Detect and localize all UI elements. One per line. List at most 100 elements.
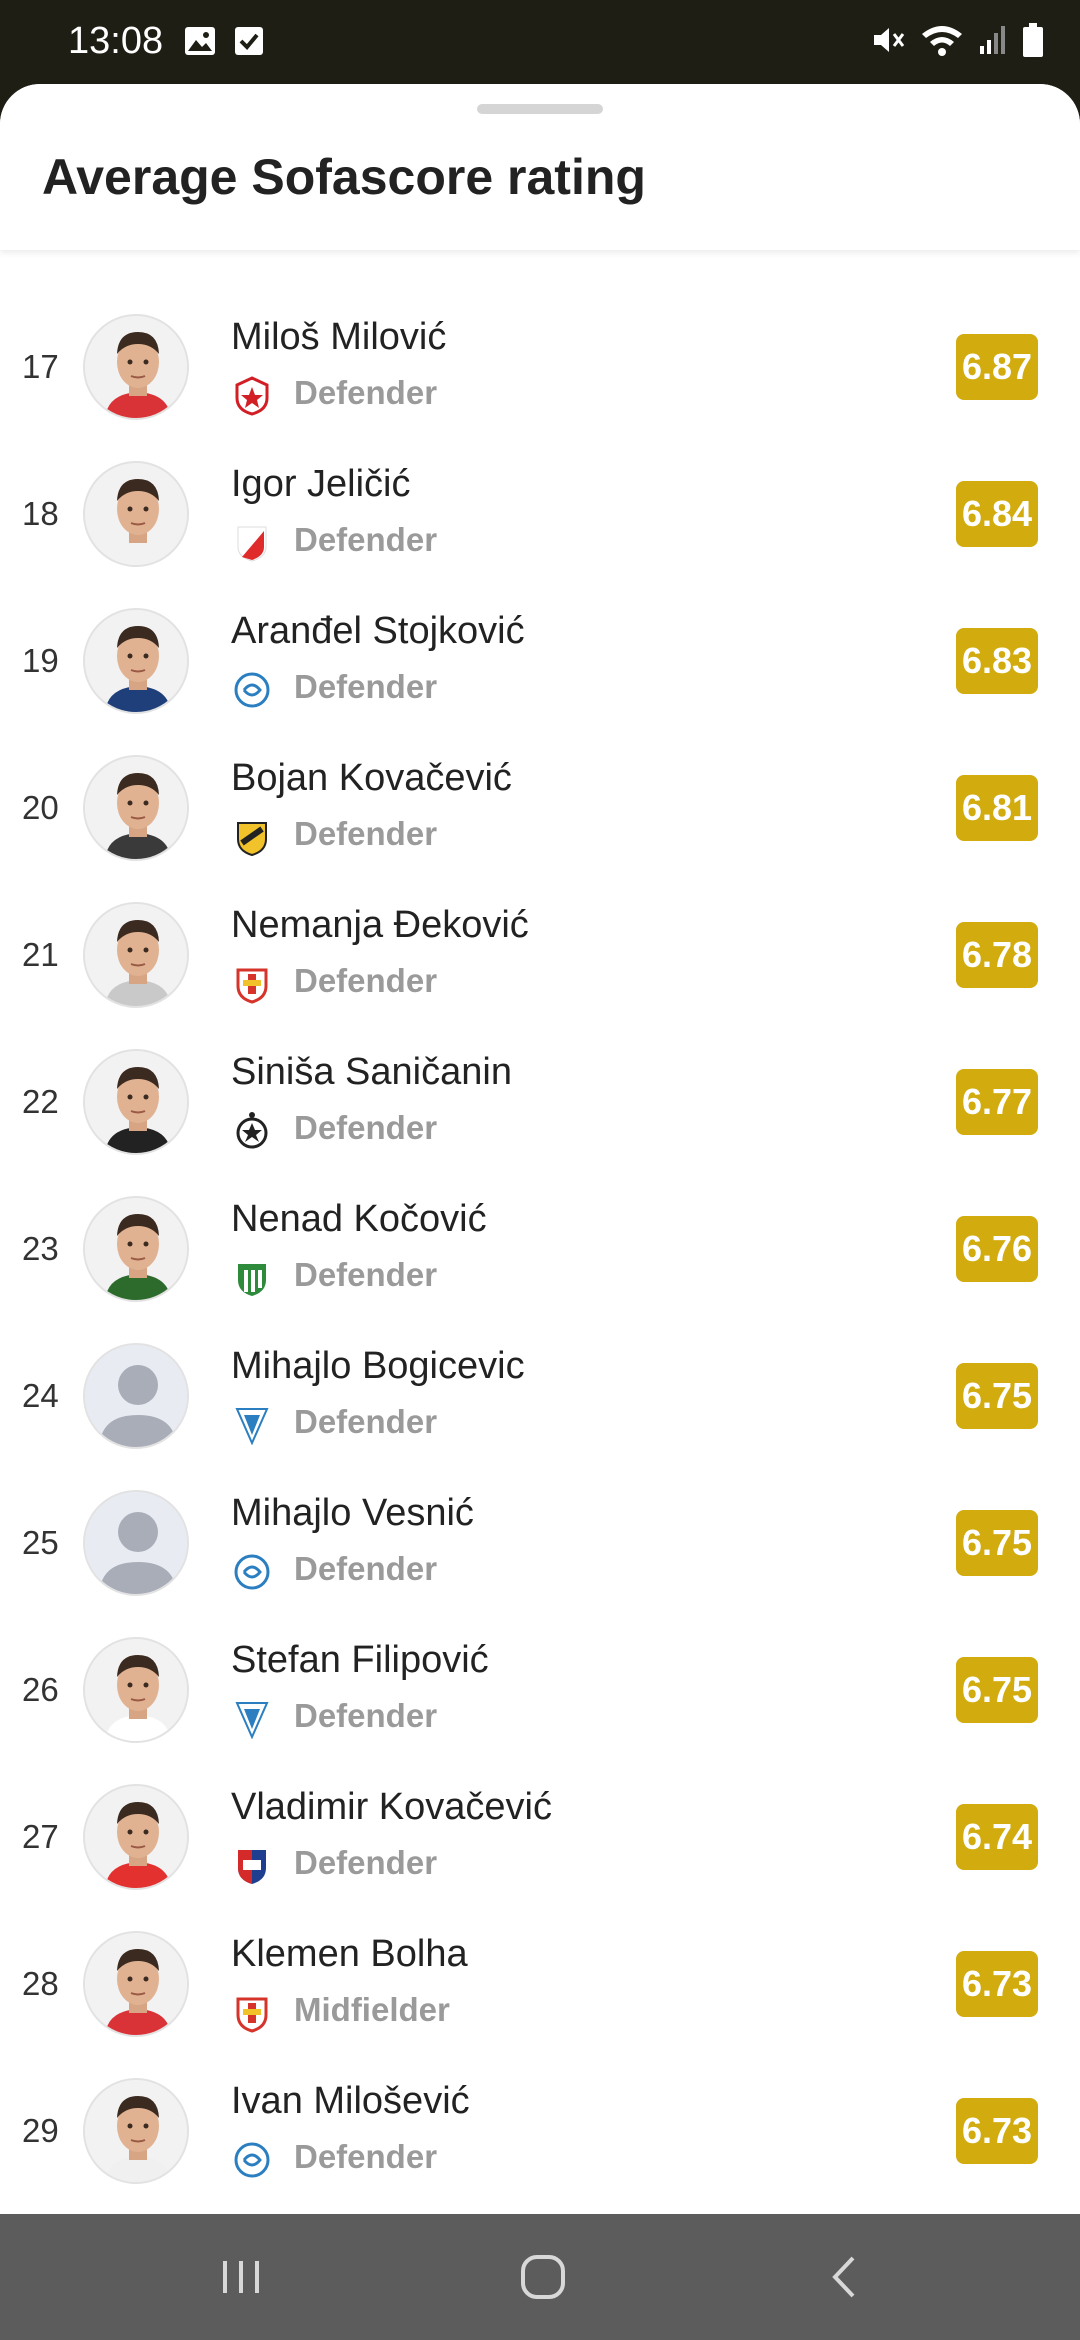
player-position: Defender bbox=[294, 374, 438, 411]
green-shield-icon bbox=[234, 1258, 270, 1298]
player-row[interactable]: 18 Igor Jeličić Defender 6.84 bbox=[0, 441, 1080, 588]
red-white-crest-icon bbox=[234, 964, 270, 1004]
player-name: Siniša Saničanin bbox=[231, 1051, 512, 1093]
player-position: Defender bbox=[294, 521, 438, 558]
player-name: Aranđel Stojković bbox=[231, 610, 525, 652]
blue-round-crest-icon bbox=[234, 1552, 270, 1592]
rating-badge: 6.75 bbox=[956, 1510, 1038, 1576]
player-row[interactable]: 29 Ivan Milošević Defender 6.73 bbox=[0, 2058, 1080, 2205]
player-rank: 23 bbox=[22, 1230, 59, 1267]
image-icon bbox=[185, 27, 215, 55]
red-star-crest-icon bbox=[234, 376, 270, 416]
rating-badge: 6.83 bbox=[956, 628, 1038, 694]
wifi-icon bbox=[922, 26, 962, 56]
player-rank: 17 bbox=[22, 348, 59, 385]
rating-badge: 6.87 bbox=[956, 334, 1038, 400]
player-rank: 24 bbox=[22, 1377, 59, 1414]
player-row[interactable]: 21 Nemanja Đeković Defender 6.78 bbox=[0, 882, 1080, 1029]
player-rank: 26 bbox=[22, 1671, 59, 1708]
red-blue-shield-icon bbox=[234, 1846, 270, 1886]
player-row[interactable]: 17 Miloš Milović Defender 6.87 bbox=[0, 294, 1080, 441]
rating-badge: 6.73 bbox=[956, 1951, 1038, 2017]
player-avatar bbox=[83, 608, 189, 714]
drag-handle[interactable] bbox=[477, 104, 603, 114]
player-rank: 28 bbox=[22, 1965, 59, 2002]
blue-round-crest-icon bbox=[234, 670, 270, 710]
status-bar: 13:08 bbox=[0, 0, 1080, 84]
player-position: Defender bbox=[294, 1403, 438, 1440]
player-position: Defender bbox=[294, 1697, 438, 1734]
rating-badge: 6.78 bbox=[956, 922, 1038, 988]
black-white-star-crest-icon bbox=[234, 1111, 270, 1151]
yellow-black-shield-icon bbox=[234, 817, 270, 857]
player-rank: 21 bbox=[22, 936, 59, 973]
player-name: Nemanja Đeković bbox=[231, 904, 529, 946]
player-position: Defender bbox=[294, 1844, 438, 1881]
blue-white-pennant-icon bbox=[234, 1699, 270, 1740]
player-name: Mihajlo Bogicevic bbox=[231, 1345, 525, 1387]
rating-badge: 6.74 bbox=[956, 1804, 1038, 1870]
sheet-title: Average Sofascore rating bbox=[42, 149, 646, 205]
player-name: Ivan Milošević bbox=[231, 2080, 470, 2122]
player-rank: 18 bbox=[22, 495, 59, 532]
player-rank: 29 bbox=[22, 2112, 59, 2149]
home-icon[interactable] bbox=[508, 2244, 578, 2310]
player-row[interactable]: 24 Mihajlo Bogicevic Defender 6.75 bbox=[0, 1323, 1080, 1470]
player-position: Defender bbox=[294, 1109, 438, 1146]
player-avatar bbox=[83, 1049, 189, 1155]
player-avatar bbox=[83, 1637, 189, 1743]
recent-apps-icon[interactable] bbox=[206, 2244, 276, 2310]
player-avatar bbox=[83, 902, 189, 1008]
blue-round-crest-icon bbox=[234, 2140, 270, 2180]
player-row[interactable]: 28 Klemen Bolha Midfielder 6.73 bbox=[0, 1911, 1080, 2058]
rating-badge: 6.73 bbox=[956, 2098, 1038, 2164]
player-rank: 22 bbox=[22, 1083, 59, 1120]
player-row[interactable]: 22 Siniša Saničanin Defender 6.77 bbox=[0, 1029, 1080, 1176]
battery-icon bbox=[1023, 23, 1043, 57]
player-avatar bbox=[83, 314, 189, 420]
player-row[interactable]: 23 Nenad Kočović Defender 6.76 bbox=[0, 1176, 1080, 1323]
player-position: Defender bbox=[294, 668, 438, 705]
rating-badge: 6.84 bbox=[956, 481, 1038, 547]
rating-badge: 6.77 bbox=[956, 1069, 1038, 1135]
red-white-shield-icon bbox=[234, 523, 270, 563]
red-white-crest-icon bbox=[234, 1993, 270, 2033]
rating-badge: 6.81 bbox=[956, 775, 1038, 841]
player-name: Stefan Filipović bbox=[231, 1639, 489, 1681]
player-avatar bbox=[83, 1784, 189, 1890]
player-rank: 19 bbox=[22, 642, 59, 679]
player-position: Midfielder bbox=[294, 1991, 450, 2028]
signal-icon bbox=[980, 26, 1005, 54]
player-avatar-placeholder bbox=[83, 1490, 189, 1596]
player-row[interactable]: 26 Stefan Filipović Defender 6.75 bbox=[0, 1617, 1080, 1764]
player-avatar-placeholder bbox=[83, 1343, 189, 1449]
player-rank: 27 bbox=[22, 1818, 59, 1855]
player-row[interactable]: 30Kristijan Tojcic6.71 bbox=[0, 2205, 1080, 2214]
player-name: Mihajlo Vesnić bbox=[231, 1492, 474, 1534]
player-name: Klemen Bolha bbox=[231, 1933, 468, 1975]
player-avatar bbox=[83, 1196, 189, 1302]
player-avatar bbox=[83, 461, 189, 567]
player-rank: 20 bbox=[22, 789, 59, 826]
navigation-bar bbox=[0, 2214, 1080, 2340]
player-avatar bbox=[83, 755, 189, 861]
player-rank: 25 bbox=[22, 1524, 59, 1561]
rating-badge: 6.75 bbox=[956, 1363, 1038, 1429]
player-name: Miloš Milović bbox=[231, 316, 447, 358]
check-box-icon bbox=[235, 27, 263, 55]
player-name: Bojan Kovačević bbox=[231, 757, 512, 799]
player-position: Defender bbox=[294, 815, 438, 852]
player-row[interactable]: 20 Bojan Kovačević Defender 6.81 bbox=[0, 735, 1080, 882]
player-position: Defender bbox=[294, 1256, 438, 1293]
status-time: 13:08 bbox=[68, 20, 164, 62]
back-icon[interactable] bbox=[810, 2244, 880, 2310]
bottom-sheet: 17 Miloš Milović Defender 6.87 18 Igor Jeliči… bbox=[0, 84, 1080, 2214]
player-row[interactable]: 25 Mihajlo Vesnić Defender 6.75 bbox=[0, 1470, 1080, 1617]
player-row[interactable]: 19 Aranđel Stojković Defender 6.83 bbox=[0, 588, 1080, 735]
player-avatar bbox=[83, 2078, 189, 2184]
player-avatar bbox=[83, 1931, 189, 2037]
player-position: Defender bbox=[294, 1550, 438, 1587]
player-row[interactable]: 27 Vladimir Kovačević Defender 6.74 bbox=[0, 1764, 1080, 1911]
player-position: Defender bbox=[294, 962, 438, 999]
sheet-header: Average Sofascore rating bbox=[0, 84, 1080, 250]
